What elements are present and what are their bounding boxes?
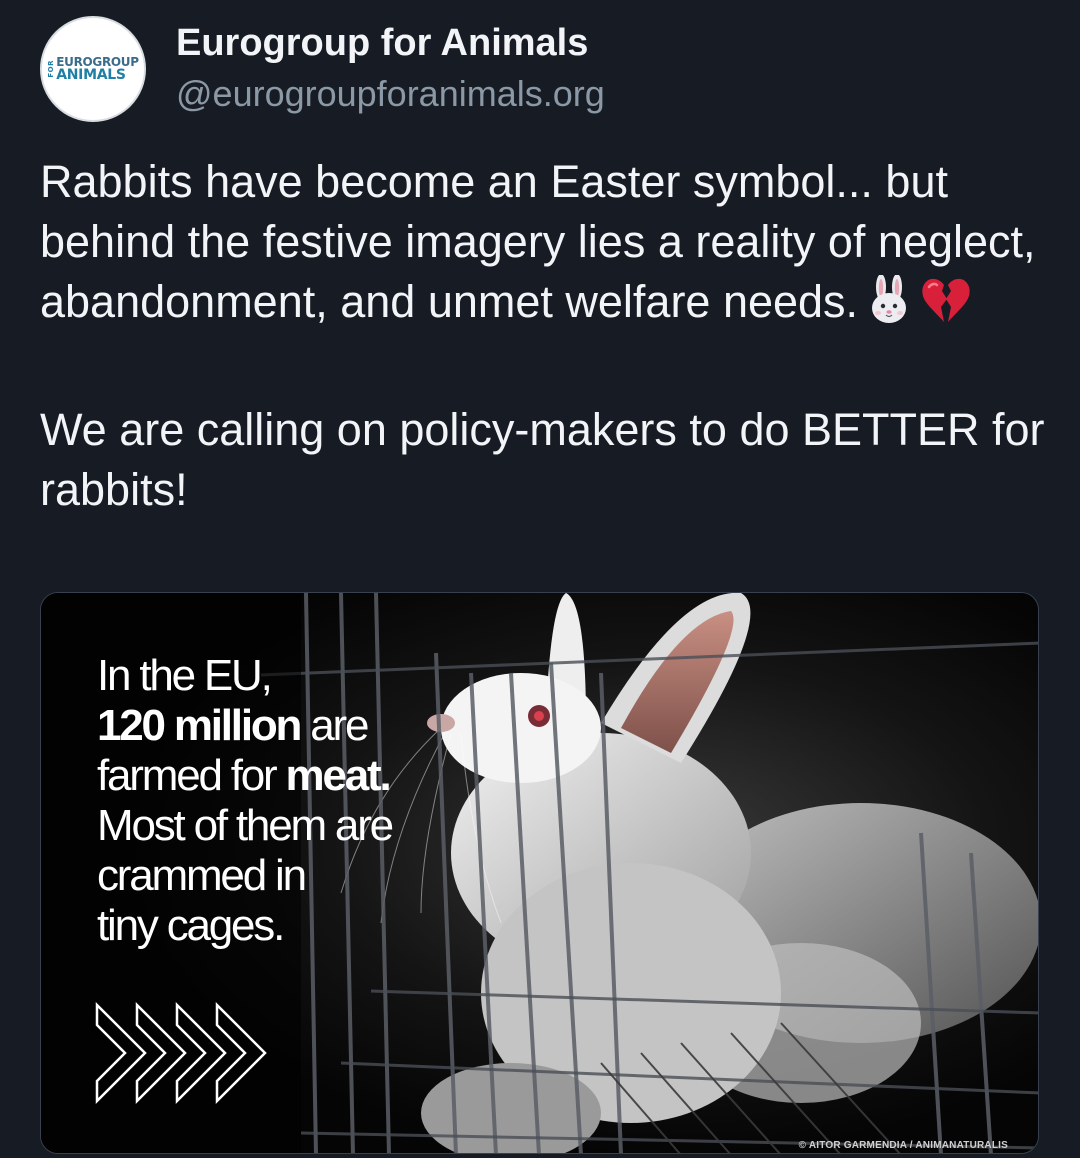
broken-heart-icon [920, 277, 972, 340]
caption-line-3: farmed for meat. [97, 751, 392, 801]
rabbit-face-icon [866, 274, 912, 340]
logo-for: FOR [47, 60, 56, 78]
caption-line-4: Most of them are [97, 801, 394, 850]
post-paragraph-2: We are calling on policy-makers to do BE… [40, 404, 1058, 515]
photo-credit: © AITOR GARMENDIA / ANIMANATURALIS [798, 1140, 1008, 1151]
caption-line-3-pre: farmed for [97, 751, 286, 800]
post-image[interactable]: In the EU, 120 million are farmed for me… [40, 592, 1039, 1154]
caption-line-6: tiny cages. [97, 901, 285, 950]
caption-line-5: crammed in [97, 851, 307, 900]
author-handle[interactable]: @eurogroupforanimals.org [176, 73, 605, 115]
caption-line-2: 120 million are [97, 701, 392, 751]
post-text: Rabbits have become an Easter symbol... … [40, 152, 1050, 520]
image-caption: In the EU, 120 million are farmed for me… [97, 651, 394, 951]
post-paragraph-1: Rabbits have become an Easter symbol... … [40, 152, 1050, 340]
avatar[interactable]: FOR EUROGROUP ANIMALS [40, 16, 146, 122]
caption-line-3-bold: meat. [285, 751, 392, 800]
author-display-name[interactable]: Eurogroup for Animals [176, 22, 588, 65]
logo-bottom: ANIMALS [56, 67, 126, 83]
caption-line-2-rest: are [300, 701, 369, 750]
caption-line-2-bold: 120 million [97, 701, 302, 750]
eurogroup-logo: FOR EUROGROUP ANIMALS [47, 56, 139, 82]
caption-line-1: In the EU, [97, 651, 273, 700]
chevrons-right-icon [95, 1001, 267, 1105]
